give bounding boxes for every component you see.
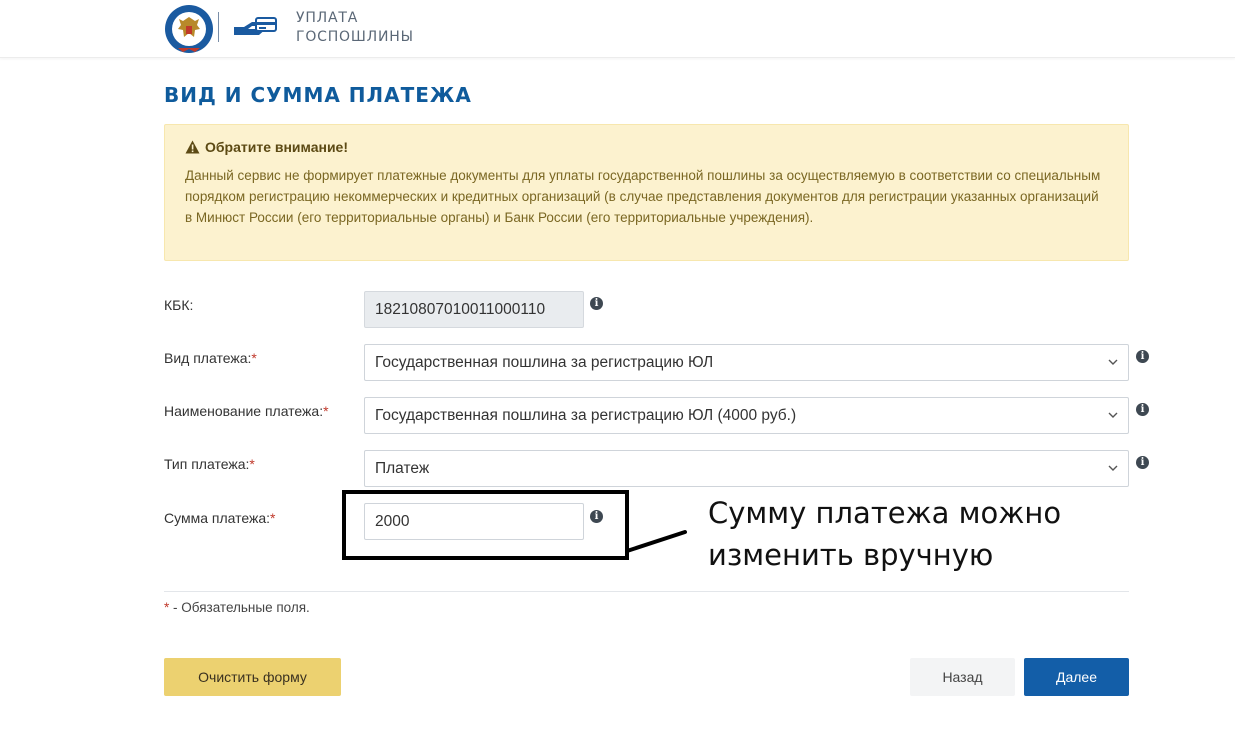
chevron-down-icon (1108, 359, 1118, 365)
site-header: УПЛАТА ГОСПОШЛИНЫ (0, 0, 1235, 58)
required-note-text: - Обязательные поля. (169, 600, 310, 615)
payment-name-label: Наименование платежа:* (164, 403, 329, 419)
payment-name-info-icon[interactable]: i (1136, 403, 1149, 416)
back-button[interactable]: Назад (910, 658, 1015, 696)
required-mark: * (251, 350, 257, 366)
payment-name-select[interactable]: Государственная пошлина за регистрацию Ю… (364, 397, 1129, 434)
required-fields-note: * - Обязательные поля. (164, 600, 310, 615)
required-mark: * (270, 510, 276, 526)
notice-heading-row: Обратите внимание! (185, 138, 1108, 156)
annotation-line1: Сумму платежа можно (708, 496, 1062, 530)
service-title-line1: УПЛАТА (296, 10, 359, 26)
page-title: ВИД И СУММА ПЛАТЕЖА (164, 83, 472, 107)
service-title: УПЛАТА ГОСПОШЛИНЫ (296, 9, 414, 47)
payment-type-label-text: Тип платежа: (164, 456, 250, 472)
payment-kind-select[interactable]: Государственная пошлина за регистрацию Ю… (364, 344, 1129, 381)
annotation-line2: изменить вручную (708, 538, 994, 572)
notice-body: Данный сервис не формирует платежные док… (185, 168, 1101, 225)
annotation-pointer-line (625, 530, 687, 553)
payment-kind-label: Вид платежа:* (164, 350, 257, 366)
payment-name-value: Государственная пошлина за регистрацию Ю… (375, 406, 797, 424)
payment-kind-label-text: Вид платежа: (164, 350, 252, 366)
payment-amount-label-text: Сумма платежа: (164, 510, 271, 526)
kbk-label: КБК: (164, 297, 193, 313)
annotation-text: Сумму платежа можно изменить вручную (708, 492, 1061, 576)
notice-panel: Обратите внимание! Данный сервис не форм… (164, 124, 1129, 261)
header-divider (218, 12, 219, 42)
payment-kind-info-icon[interactable]: i (1136, 350, 1149, 363)
warning-icon (185, 140, 200, 154)
payment-type-label: Тип платежа:* (164, 456, 255, 472)
notice-heading: Обратите внимание! (205, 139, 349, 155)
service-title-line2: ГОСПОШЛИНЫ (296, 29, 414, 45)
kbk-info-icon[interactable]: i (590, 297, 603, 310)
payment-type-info-icon[interactable]: i (1136, 456, 1149, 469)
chevron-down-icon (1108, 465, 1118, 471)
annotation-highlight-box (342, 490, 629, 560)
clear-form-button[interactable]: Очистить форму (164, 658, 341, 696)
payment-type-value: Платеж (375, 459, 430, 477)
payment-kind-value: Государственная пошлина за регистрацию Ю… (375, 353, 714, 371)
chevron-down-icon (1108, 412, 1118, 418)
kbk-value: 18210807010011000110 (375, 300, 546, 318)
payment-amount-label: Сумма платежа:* (164, 510, 276, 526)
payment-type-select[interactable]: Платеж (364, 450, 1129, 487)
kbk-label-text: КБК: (164, 297, 194, 313)
payment-name-label-text: Наименование платежа: (164, 403, 324, 419)
required-mark: * (323, 403, 329, 419)
hand-card-icon (234, 17, 277, 35)
form-separator (164, 591, 1129, 592)
next-button[interactable]: Далее (1024, 658, 1129, 696)
fns-emblem-icon[interactable] (164, 4, 214, 54)
kbk-field: 18210807010011000110 (364, 291, 584, 328)
required-mark: * (249, 456, 255, 472)
